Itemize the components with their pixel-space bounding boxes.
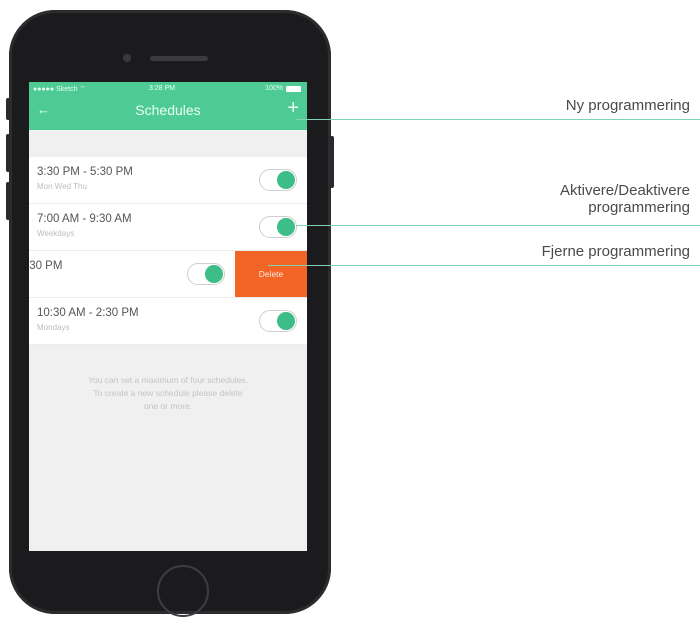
toggle-knob	[277, 171, 295, 189]
schedule-days: Mondays	[37, 323, 70, 332]
callout-toggle-line2: programmering	[588, 199, 690, 216]
page-title: Schedules	[135, 102, 201, 118]
schedule-toggle[interactable]	[259, 169, 297, 191]
app-screen: ●●●●● Sketch ⌔ 3:28 PM 100% ← Schedules …	[29, 82, 307, 551]
volume-down-button	[6, 182, 10, 220]
schedule-days: Mon Wed Thu	[37, 182, 87, 191]
note-line: To create a new schedule please delete	[93, 388, 243, 398]
callout-toggle: Aktivere/Deaktivere programmering	[560, 182, 690, 216]
add-schedule-button[interactable]: +	[287, 98, 299, 118]
callout-toggle-line1: Aktivere/Deaktivere	[559, 182, 690, 199]
callout-line-delete	[268, 265, 700, 266]
battery-percent: 100%	[265, 85, 283, 92]
note-line: You can set a maximum of four schedules.	[88, 375, 248, 385]
note-line: one or more.	[143, 401, 193, 411]
nav-bar: ●●●●● Sketch ⌔ 3:28 PM 100% ← Schedules …	[29, 82, 307, 130]
callout-line-toggle	[296, 225, 700, 226]
toggle-knob	[277, 218, 295, 236]
status-time: 3:28 PM	[149, 85, 176, 92]
schedule-row[interactable]: 3:30 PM - 5:30 PM Mon Wed Thu	[29, 157, 307, 204]
callout-line-new-schedule	[296, 119, 700, 120]
schedule-toggle[interactable]	[187, 263, 225, 285]
home-button[interactable]	[157, 565, 209, 617]
schedule-toggle[interactable]	[259, 216, 297, 238]
mute-switch	[6, 98, 10, 120]
callout-new-schedule: Ny programmering	[565, 97, 690, 114]
front-camera	[123, 54, 131, 62]
toggle-knob	[277, 312, 295, 330]
volume-up-button	[6, 134, 10, 172]
schedule-time: 3:30 PM - 5:30 PM	[37, 166, 133, 178]
callout-delete: Fjerne programmering	[541, 243, 690, 260]
schedule-row-swiped[interactable]: :30 PM Delete	[29, 251, 307, 298]
schedule-toggle[interactable]	[259, 310, 297, 332]
schedule-time: 10:30 AM - 2:30 PM	[37, 307, 139, 319]
schedule-days: Weekdays	[37, 229, 75, 238]
schedule-list: 3:30 PM - 5:30 PM Mon Wed Thu 7:00 AM - …	[29, 157, 307, 345]
schedule-row[interactable]: 7:00 AM - 9:30 AM Weekdays	[29, 204, 307, 251]
power-button	[330, 136, 334, 188]
battery-icon	[286, 86, 301, 92]
schedule-time: :30 PM	[29, 260, 63, 272]
schedule-limit-note: You can set a maximum of four schedules.…	[29, 374, 307, 413]
earpiece-speaker	[150, 56, 208, 61]
carrier-signal: ●●●●● Sketch ⌔	[33, 86, 87, 93]
delete-button[interactable]: Delete	[235, 251, 307, 297]
schedule-time: 7:00 AM - 9:30 AM	[37, 213, 132, 225]
toggle-knob	[205, 265, 223, 283]
schedule-row[interactable]: 10:30 AM - 2:30 PM Mondays	[29, 298, 307, 345]
